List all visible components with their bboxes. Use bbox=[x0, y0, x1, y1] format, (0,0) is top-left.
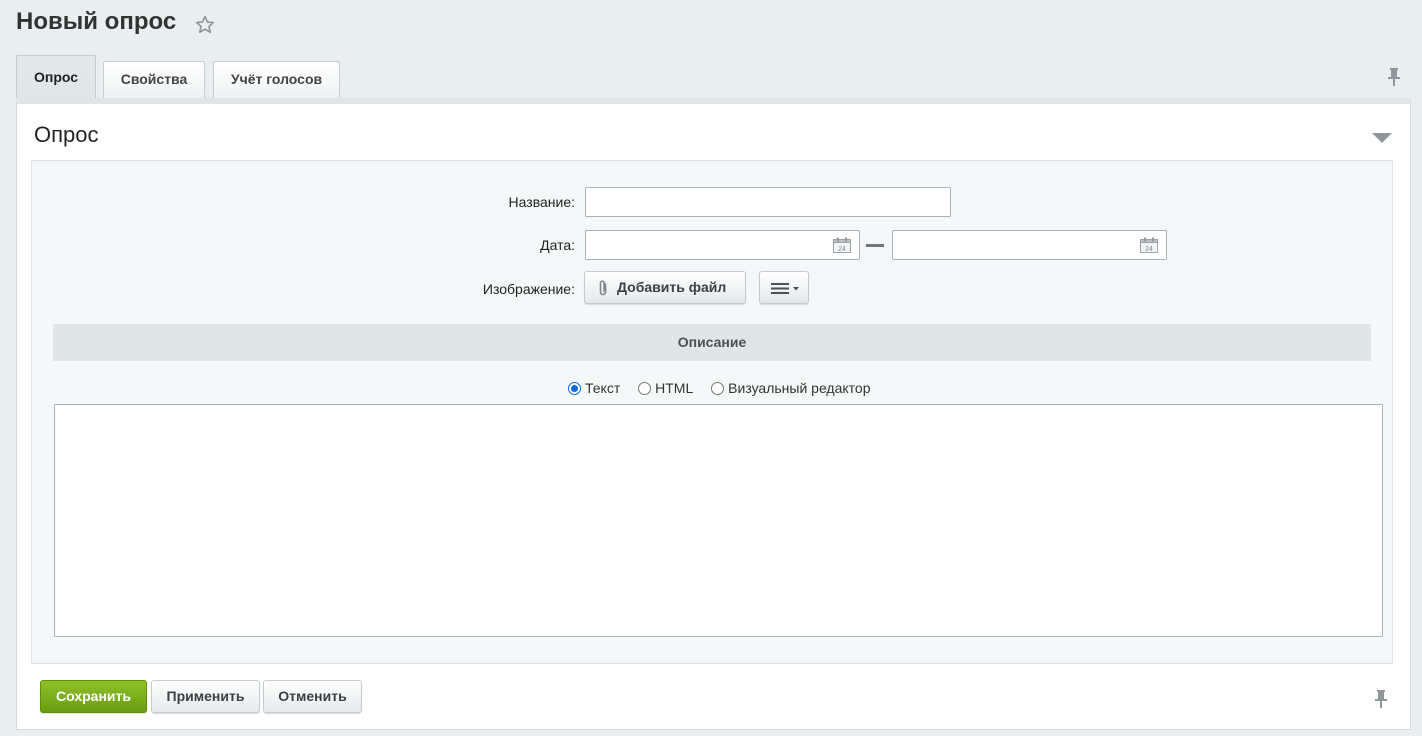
date-to-field: 24 bbox=[892, 230, 1167, 260]
calendar-icon[interactable]: 24 bbox=[1140, 237, 1158, 253]
mode-html-radio[interactable] bbox=[638, 381, 652, 395]
section-title: Опрос bbox=[34, 122, 99, 147]
calendar-day-label: 24 bbox=[1145, 246, 1153, 253]
mode-text-label: Текст bbox=[585, 380, 621, 396]
paperclip-icon bbox=[599, 280, 607, 296]
pin-icon[interactable] bbox=[1373, 690, 1389, 708]
calendar-day-label: 24 bbox=[838, 246, 846, 253]
mode-text-option[interactable]: Текст bbox=[568, 380, 620, 396]
mode-html-label: HTML bbox=[655, 380, 694, 396]
hamburger-menu-icon bbox=[771, 283, 799, 294]
page-title: Новый опрос bbox=[16, 8, 177, 35]
name-input[interactable] bbox=[585, 187, 951, 217]
date-label: Дата: bbox=[540, 237, 575, 253]
description-header: Описание bbox=[53, 324, 1371, 361]
mode-visual-radio[interactable] bbox=[711, 381, 725, 395]
file-menu-button[interactable] bbox=[759, 271, 809, 304]
add-file-label: Добавить файл bbox=[617, 279, 727, 295]
date-to-input[interactable] bbox=[892, 230, 1167, 260]
cancel-button[interactable]: Отменить bbox=[263, 680, 362, 713]
editor-mode-selector: Текст HTML Визуальный редактор bbox=[568, 380, 871, 400]
mode-html-option[interactable]: HTML bbox=[638, 380, 693, 396]
star-icon[interactable] bbox=[194, 14, 216, 36]
form-area: Название: Дата: 24 24 Изображение: Добав… bbox=[31, 160, 1393, 664]
mode-text-radio[interactable] bbox=[568, 381, 581, 395]
description-textarea[interactable] bbox=[54, 404, 1383, 637]
image-label: Изображение: bbox=[482, 281, 575, 297]
mode-visual-label: Визуальный редактор bbox=[728, 380, 871, 396]
tab-vote-accounting[interactable]: Учёт голосов bbox=[213, 61, 340, 98]
mode-visual-option[interactable]: Визуальный редактор bbox=[711, 380, 871, 396]
name-label: Название: bbox=[508, 194, 575, 210]
date-from-field: 24 bbox=[585, 230, 860, 260]
date-range-dash bbox=[866, 244, 884, 247]
add-file-button[interactable]: Добавить файл bbox=[584, 271, 746, 304]
tab-opros[interactable]: Опрос bbox=[16, 55, 96, 99]
save-button[interactable]: Сохранить bbox=[40, 680, 147, 713]
tab-properties[interactable]: Свойства bbox=[103, 61, 205, 98]
poll-panel: Опрос Название: Дата: 24 24 Изображение:… bbox=[16, 98, 1411, 730]
calendar-icon[interactable]: 24 bbox=[833, 237, 851, 253]
pin-icon[interactable] bbox=[1386, 68, 1402, 86]
apply-button[interactable]: Применить bbox=[151, 680, 260, 713]
date-from-input[interactable] bbox=[585, 230, 860, 260]
triangle-down-icon[interactable] bbox=[1371, 131, 1393, 145]
